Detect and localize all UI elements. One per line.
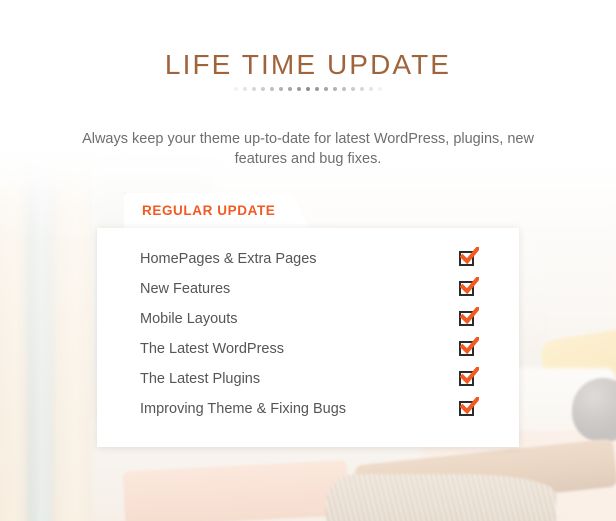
feature-label: Mobile Layouts <box>140 311 238 327</box>
checkmark-icon <box>460 306 479 324</box>
feature-list: HomePages & Extra Pages New Features Mobil… <box>97 244 519 424</box>
dot-divider-icon <box>0 87 616 91</box>
checkmark-icon <box>460 246 479 264</box>
feature-label: The Latest WordPress <box>140 341 284 357</box>
list-item: The Latest Plugins <box>97 364 519 394</box>
tab-regular-update[interactable]: REGULAR UPDATE <box>124 193 309 228</box>
divider-dot <box>333 87 337 91</box>
checkmark-icon <box>460 366 479 384</box>
divider-dot <box>252 87 256 91</box>
checked-checkbox-icon[interactable] <box>459 396 479 419</box>
list-item: Improving Theme & Fixing Bugs <box>97 394 519 424</box>
divider-dot <box>369 87 373 91</box>
divider-dot <box>234 87 238 91</box>
divider-dot <box>243 87 247 91</box>
list-item: Mobile Layouts <box>97 304 519 334</box>
list-item: The Latest WordPress <box>97 334 519 364</box>
checked-checkbox-icon[interactable] <box>459 276 479 299</box>
divider-dot <box>297 87 301 91</box>
divider-dot <box>270 87 274 91</box>
page-title: LIFE TIME UPDATE <box>164 48 452 80</box>
list-item: HomePages & Extra Pages <box>97 244 519 274</box>
section-content: LIFE TIME UPDATE Always keep your theme … <box>0 0 616 521</box>
divider-dot <box>288 87 292 91</box>
regular-update-panel: HomePages & Extra Pages New Features Mobil… <box>97 228 519 447</box>
tab-regular-update-label: REGULAR UPDATE <box>142 203 276 218</box>
feature-label: New Features <box>140 281 231 297</box>
divider-dot <box>261 87 265 91</box>
feature-label: The Latest Plugins <box>140 371 261 387</box>
divider-dot <box>360 87 364 91</box>
checked-checkbox-icon[interactable] <box>459 246 479 269</box>
feature-label: HomePages & Extra Pages <box>140 251 317 267</box>
divider-dot <box>279 87 283 91</box>
divider-dot <box>378 87 382 91</box>
list-item: New Features <box>97 274 519 304</box>
feature-label: Improving Theme & Fixing Bugs <box>140 401 347 417</box>
divider-dot <box>315 87 319 91</box>
checked-checkbox-icon[interactable] <box>459 366 479 389</box>
checkmark-icon <box>460 336 479 354</box>
checkmark-icon <box>460 396 479 414</box>
checked-checkbox-icon[interactable] <box>459 336 479 359</box>
checkmark-icon <box>460 276 479 294</box>
divider-dot <box>306 87 310 91</box>
checked-checkbox-icon[interactable] <box>459 306 479 329</box>
divider-dot <box>342 87 346 91</box>
promo-section: LIFE TIME UPDATE Always keep your theme … <box>0 0 616 521</box>
divider-dot <box>351 87 355 91</box>
divider-dot <box>324 87 328 91</box>
page-subtitle: Always keep your theme up-to-date for la… <box>82 130 534 167</box>
